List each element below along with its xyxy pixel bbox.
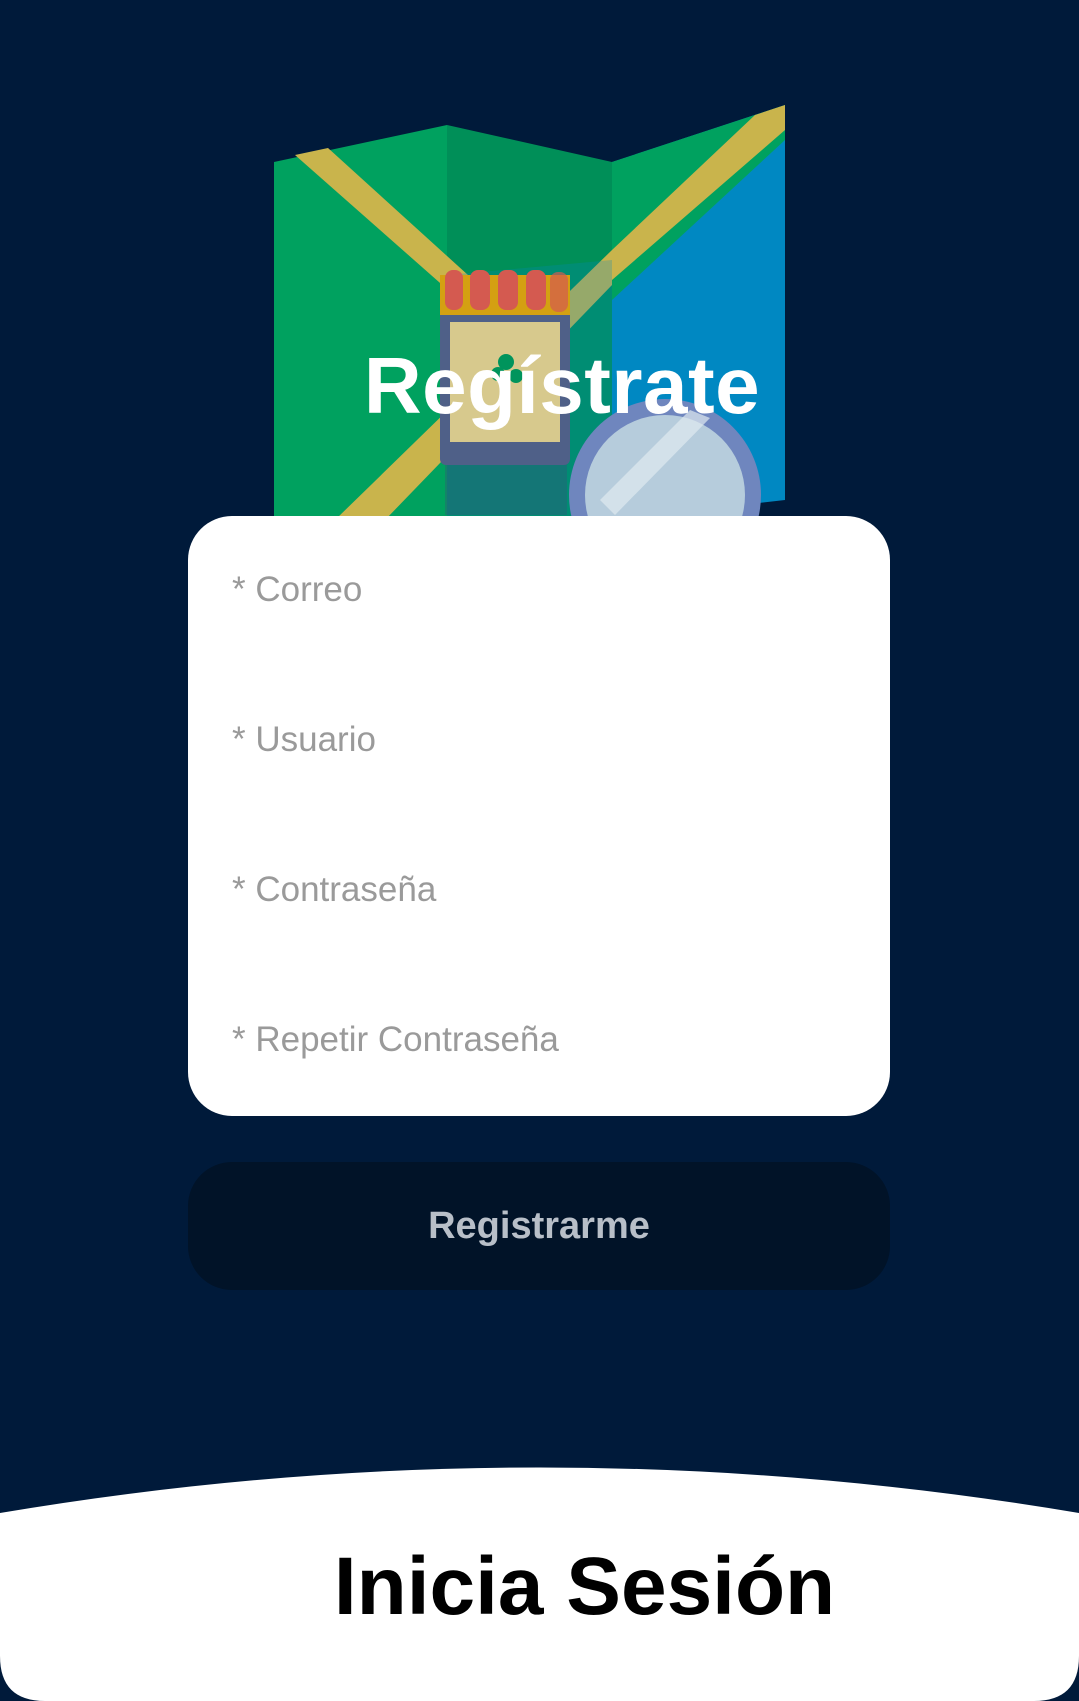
register-button[interactable]: Registrarme bbox=[188, 1162, 890, 1290]
login-link[interactable]: Inicia Sesión bbox=[0, 1540, 1079, 1634]
register-screen: Regístrate Registrarme Inicia Sesión bbox=[0, 0, 1079, 1701]
password-field[interactable] bbox=[232, 860, 852, 920]
username-field[interactable] bbox=[232, 710, 852, 770]
register-form-card bbox=[188, 516, 890, 1116]
page-title: Regístrate bbox=[363, 341, 761, 430]
map-store-illustration bbox=[270, 100, 790, 520]
email-field[interactable] bbox=[232, 560, 852, 620]
repeat-password-field[interactable] bbox=[232, 1010, 852, 1070]
